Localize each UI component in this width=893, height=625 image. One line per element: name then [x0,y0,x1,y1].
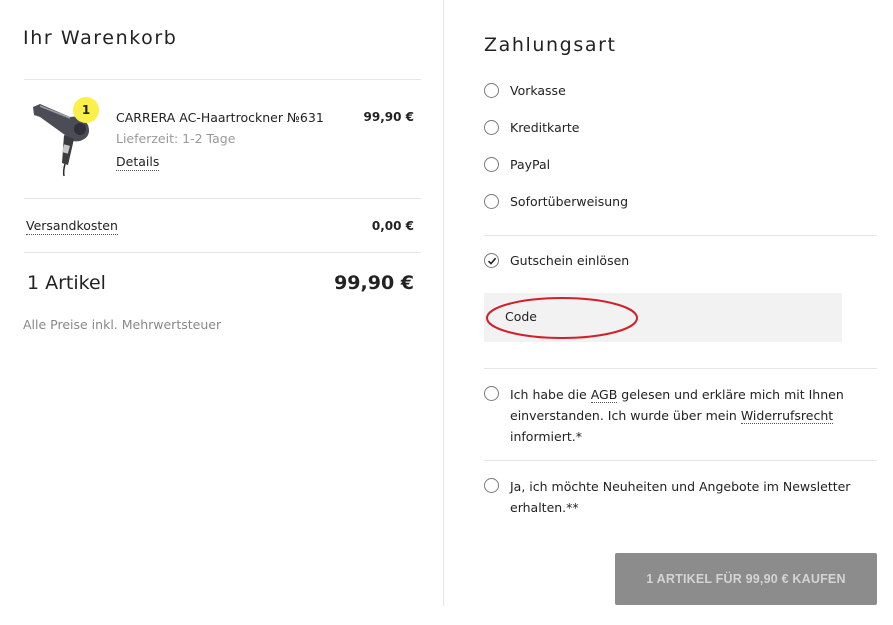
divider-line [24,252,421,253]
radio-button[interactable] [484,83,499,98]
checkmark-icon[interactable] [484,253,499,268]
voucher-toggle[interactable]: Gutschein einlösen [484,253,629,268]
product-name: CARRERA AC-Haartrockner №631 [116,110,324,125]
terms-radio-button[interactable] [484,386,499,401]
divider-line [484,460,877,461]
payment-option-sofortueberweisung[interactable]: Sofortüberweisung [484,194,628,209]
terms-consent-row: Ich habe die AGB gelesen und erkläre mic… [484,384,850,447]
terms-text: Ich habe die AGB gelesen und erkläre mic… [510,384,850,447]
divider-line [484,235,877,236]
quantity-badge: 1 [73,97,99,123]
agb-link[interactable]: AGB [590,387,618,403]
terms-text-part: informiert.* [510,429,582,444]
divider-line [24,198,421,199]
newsletter-text: Ja, ich möchte Neuheiten und Angebote im… [510,479,851,515]
terms-text-part: Ich habe die [510,387,591,402]
details-link[interactable]: Details [116,154,160,171]
newsletter-consent-row: Ja, ich möchte Neuheiten und Angebote im… [484,476,855,518]
radio-button[interactable] [484,157,499,172]
newsletter-radio-button[interactable] [484,478,499,493]
payment-option-label: Kreditkarte [510,120,580,135]
payment-option-label: PayPal [510,157,551,172]
payment-title: Zahlungsart [484,34,617,56]
column-divider [443,0,444,606]
delivery-time: Lieferzeit: 1-2 Tage [116,131,236,146]
radio-button[interactable] [484,194,499,209]
voucher-code-input[interactable]: Code [484,293,842,342]
product-price: 99,90 € [363,110,414,124]
divider-line [24,79,421,80]
voucher-code-placeholder: Code [505,309,538,324]
total-value: 99,90 € [334,272,414,294]
payment-option-paypal[interactable]: PayPal [484,157,550,172]
shipping-costs-value: 0,00 € [371,219,414,233]
widerrufsrecht-link[interactable]: Widerrufsrecht [740,408,834,424]
divider-line [484,368,877,369]
total-label: 1 Artikel [27,272,106,294]
vat-note: Alle Preise inkl. Mehrwertsteuer [23,317,222,332]
radio-button[interactable] [484,120,499,135]
voucher-label: Gutschein einlösen [510,253,630,268]
buy-button[interactable]: 1 ARTIKEL FÜR 99,90 € KAUFEN [615,553,877,605]
payment-option-label: Vorkasse [510,83,566,98]
shipping-costs-label[interactable]: Versandkosten [26,218,118,235]
payment-option-label: Sofortüberweisung [510,194,629,209]
cart-title: Ihr Warenkorb [23,27,178,49]
payment-option-kreditkarte[interactable]: Kreditkarte [484,120,579,135]
payment-option-vorkasse[interactable]: Vorkasse [484,83,566,98]
